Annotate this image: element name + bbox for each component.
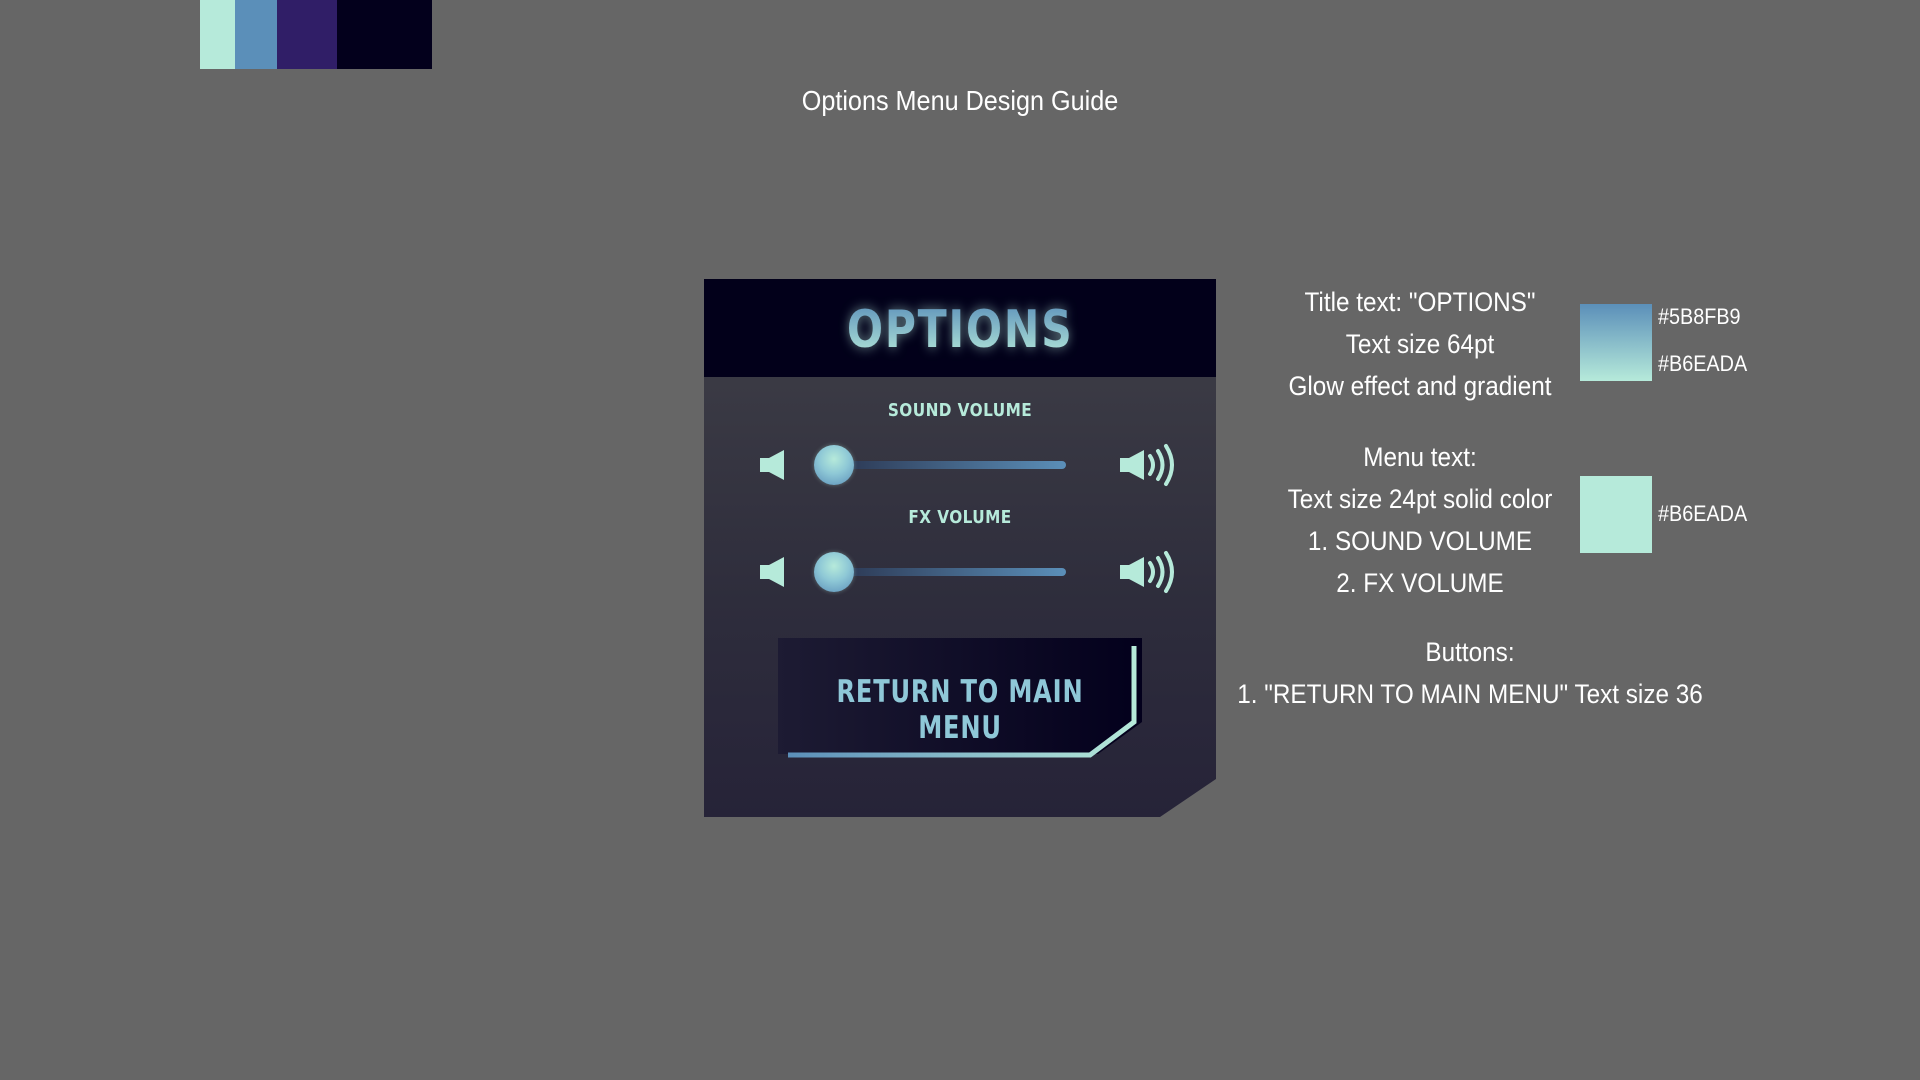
palette-swatch-mint: [200, 0, 235, 69]
fx-volume-track[interactable]: [834, 568, 1066, 576]
menu-color-swatch: [1580, 476, 1652, 553]
gradient-top-hex: #5B8FB9: [1658, 304, 1741, 329]
title-spec-note: Title text: "OPTIONS" Text size 64pt Glo…: [1272, 281, 1567, 407]
title-spec-line: Glow effect and gradient: [1288, 371, 1552, 401]
palette-swatch-blue: [235, 0, 277, 69]
fx-volume-row: [704, 547, 1216, 597]
volume-high-icon[interactable]: [1118, 440, 1184, 490]
design-guide-canvas: Options Menu Design Guide OPTIONS SOUND …: [0, 0, 1920, 1080]
gradient-bottom-hex: #B6EADA: [1658, 351, 1748, 376]
volume-low-icon[interactable]: [758, 440, 788, 490]
menu-spec-line: 2. FX VOLUME: [1336, 568, 1504, 598]
buttons-spec-line: Buttons:: [1425, 637, 1515, 667]
menu-spec-line: Menu text:: [1363, 442, 1477, 472]
menu-spec-note: Menu text: Text size 24pt solid color 1.…: [1272, 436, 1567, 604]
menu-spec-line: Text size 24pt solid color: [1287, 484, 1553, 514]
options-title: OPTIONS: [846, 300, 1074, 360]
palette-swatch-purple: [277, 0, 337, 69]
options-header: OPTIONS: [704, 279, 1216, 377]
title-gradient-swatch: [1580, 304, 1652, 381]
title-spec-line: Text size 64pt: [1345, 329, 1495, 359]
return-to-main-menu-button[interactable]: RETURN TO MAIN MENU: [778, 638, 1142, 758]
options-panel: OPTIONS SOUND VOLUME FX VOLUME RETURN TO…: [704, 279, 1216, 817]
title-spec-line: Title text: "OPTIONS": [1304, 287, 1536, 317]
menu-color-hex: #B6EADA: [1658, 501, 1748, 526]
return-button-label: RETURN TO MAIN MENU: [836, 674, 1084, 746]
fx-volume-label: FX VOLUME: [908, 507, 1012, 528]
color-palette: [200, 0, 432, 69]
buttons-spec-note: Buttons: 1. "RETURN TO MAIN MENU" Text s…: [1227, 631, 1713, 715]
sound-volume-track[interactable]: [834, 461, 1066, 469]
sound-volume-knob[interactable]: [814, 445, 854, 485]
buttons-spec-line: 1. "RETURN TO MAIN MENU" Text size 36: [1237, 679, 1703, 709]
fx-volume-knob[interactable]: [814, 552, 854, 592]
sound-volume-row: [704, 440, 1216, 490]
menu-spec-line: 1. SOUND VOLUME: [1307, 526, 1533, 556]
sound-volume-label: SOUND VOLUME: [887, 400, 1033, 421]
volume-low-icon[interactable]: [758, 547, 788, 597]
palette-swatch-navy: [337, 0, 432, 69]
volume-high-icon[interactable]: [1118, 547, 1184, 597]
page-title: Options Menu Design Guide: [801, 85, 1119, 116]
